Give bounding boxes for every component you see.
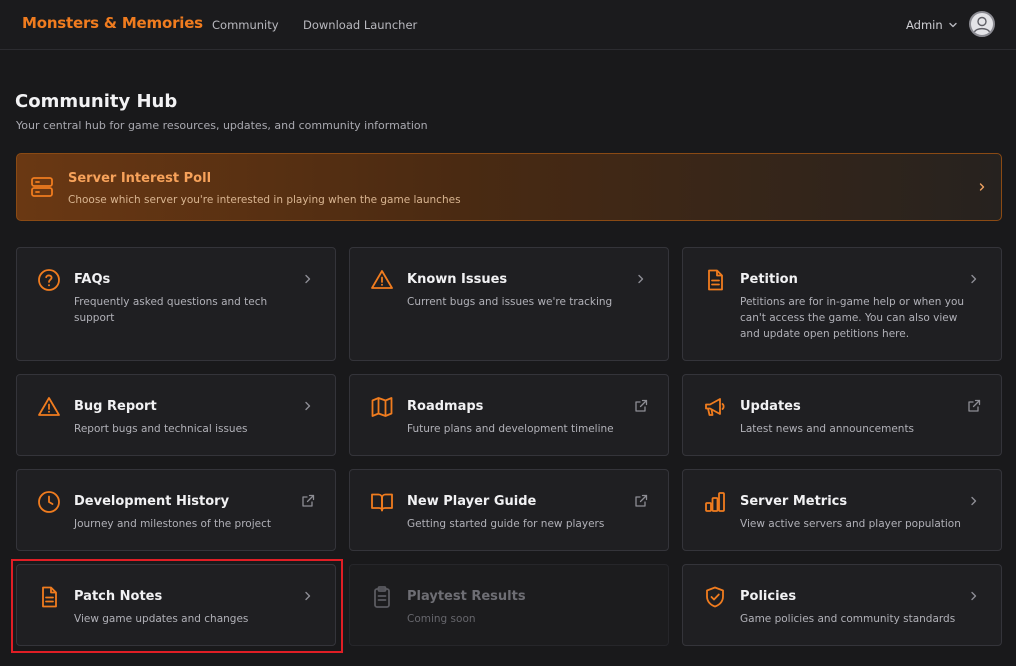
chevron-right-icon [971,274,977,284]
poll-description: Choose which server you're interested in… [68,194,461,206]
card-title: Server Metrics [740,494,848,509]
top-navbar: Monsters & Memories Community Download L… [0,0,1016,50]
card-description: Future plans and development timeline [407,423,614,435]
bar-chart-icon [705,492,725,512]
card-title: Playtest Results [407,589,526,604]
card-title: Updates [740,399,801,414]
shield-check-icon [706,586,724,608]
card-description: Current bugs and issues we're tracking [407,296,613,308]
chevron-right-icon [979,183,985,191]
brand-logo-text[interactable]: Monsters & Memories [22,14,203,32]
card-description: Latest news and announcements [740,423,915,435]
card-title: Development History [74,494,230,509]
card-description: Game policies and community standards [740,613,956,625]
card-development-history[interactable]: Development History Journey and mileston… [16,469,336,551]
card-title: Known Issues [407,272,508,287]
nav-link-download-launcher[interactable]: Download Launcher [303,18,417,32]
user-icon [973,16,991,33]
chevron-right-icon [305,591,311,601]
card-description: Report bugs and technical issues [74,423,248,435]
document-icon [42,586,57,608]
card-roadmaps[interactable]: Roadmaps Future plans and development ti… [349,374,669,456]
chevron-right-icon [971,496,977,506]
chevron-right-icon [971,591,977,601]
card-bug-report[interactable]: Bug Report Report bugs and technical iss… [16,374,336,456]
card-faqs[interactable]: FAQs Frequently asked questions and tech… [16,247,336,361]
card-server-metrics[interactable]: Server Metrics View active servers and p… [682,469,1002,551]
card-known-issues[interactable]: Known Issues Current bugs and issues we'… [349,247,669,361]
card-patch-notes[interactable]: Patch Notes View game updates and change… [16,564,336,646]
chevron-right-icon [638,274,644,284]
external-link-icon [635,494,648,507]
poll-title: Server Interest Poll [68,171,212,186]
chevron-right-icon [305,401,311,411]
card-description: Petitions are for in-game help or when y… [740,296,965,340]
card-petition[interactable]: Petition Petitions are for in-game help … [682,247,1002,361]
warning-triangle-icon [371,270,393,289]
server-icon [31,177,53,197]
card-title: Petition [740,272,798,287]
chevron-right-icon [305,274,311,284]
clock-icon [38,491,60,513]
card-description: View active servers and player populatio… [740,518,961,530]
chevron-down-icon [948,22,957,28]
user-menu[interactable]: Admin [906,18,959,32]
card-title: Bug Report [74,399,157,414]
card-description: Getting started guide for new players [407,518,605,530]
megaphone-icon [705,398,725,416]
user-avatar[interactable] [969,11,995,37]
card-title: Roadmaps [407,399,484,414]
page-title: Community Hub [15,91,178,112]
card-title: Policies [740,589,797,604]
warning-triangle-icon [38,397,60,416]
card-description: Frequently asked questions and tech supp… [74,296,268,324]
external-link-icon [302,494,315,507]
nav-link-community[interactable]: Community [212,18,279,32]
card-policies[interactable]: Policies Game policies and community sta… [682,564,1002,646]
book-icon [371,493,393,512]
map-icon [371,397,393,417]
clipboard-icon [374,586,390,608]
server-interest-poll-banner[interactable]: Server Interest Poll Choose which server… [16,153,1002,221]
card-playtest-results: Playtest Results Coming soon [349,564,669,646]
document-icon [708,269,723,291]
page-subtitle: Your central hub for game resources, upd… [16,119,428,132]
user-menu-label: Admin [906,18,943,32]
card-description: View game updates and changes [74,613,249,625]
external-link-icon [968,399,981,412]
card-description: Journey and milestones of the project [74,518,271,530]
card-updates[interactable]: Updates Latest news and announcements [682,374,1002,456]
external-link-icon [635,399,648,412]
card-title: Patch Notes [74,589,163,604]
card-title: New Player Guide [407,494,537,509]
card-description: Coming soon [407,613,476,625]
card-new-player-guide[interactable]: New Player Guide Getting started guide f… [349,469,669,551]
card-title: FAQs [74,272,111,287]
help-circle-icon [38,269,60,291]
